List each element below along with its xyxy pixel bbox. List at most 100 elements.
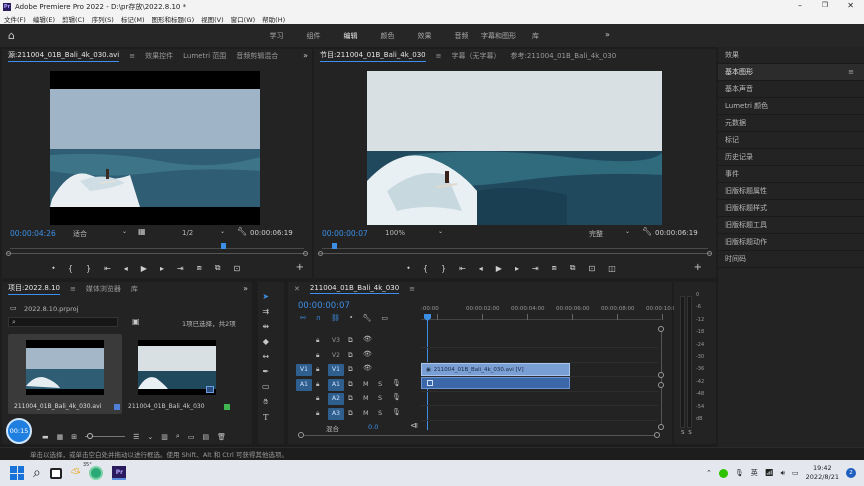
task-view-icon[interactable] [49,467,62,479]
edge-icon[interactable] [89,466,104,480]
program-timecode[interactable]: 00:00:00:07 [322,229,368,238]
close-icon[interactable]: ✕ [847,1,854,10]
lock-icon[interactable]: 🔒︎ [316,336,319,345]
play-icon[interactable]: ▶ [141,264,147,273]
workspace-tab[interactable]: 效果 [406,31,443,41]
workspace-tab[interactable]: 库 [517,31,554,41]
export-frame-icon[interactable]: ⊡ [588,264,595,273]
solo-button[interactable]: S [378,394,382,402]
resolution-dropdown-icon[interactable]: ⌄ [220,228,225,235]
more-workspaces-icon[interactable]: » [605,30,610,39]
add-marker-icon[interactable]: ⬩ [407,263,410,273]
razor-tool-icon[interactable]: ◆ [263,337,269,346]
track-select-tool-icon[interactable]: ⇉ [262,307,269,316]
right-panel-item[interactable]: 旧版标题工具 [718,217,864,234]
right-panel-item[interactable]: 效果 [718,47,864,64]
close-sequence-icon[interactable]: ✕ [294,285,300,293]
mark-out-icon[interactable]: } [441,264,446,273]
track-lane[interactable] [421,405,658,406]
right-panel-item[interactable]: 旧版标题属性 [718,183,864,200]
timeline-vertical-scrollbar[interactable] [658,326,664,430]
right-panel-item[interactable]: Lumetri 颜色 [718,98,864,115]
workspace-tab[interactable]: 颜色 [369,31,406,41]
mute-button[interactable]: M [363,409,369,417]
video-clip[interactable]: ▣ 211004_01B_Bali_4k_030.avi [V] [421,363,570,376]
step-forward-icon[interactable]: ▸ [515,264,519,273]
track-target[interactable]: A3 [328,407,344,420]
menu-item[interactable]: 序列(S) [92,14,114,24]
label-color-swatch[interactable] [114,404,120,410]
add-marker-icon[interactable]: ⬩ [52,263,55,273]
lift-icon[interactable]: ⧈ [552,263,557,273]
sync-lock-icon[interactable]: ⧉ [348,394,353,403]
lock-icon[interactable]: 🔒︎ [316,365,319,374]
mark-in-icon[interactable]: { [68,264,73,273]
program-zoom-bar[interactable] [318,251,712,256]
source-patch-a1[interactable]: A1 [296,378,312,391]
track-target[interactable]: V1 [328,364,344,376]
insert-sequence-icon[interactable]: ⚯ [300,314,306,322]
right-panel-item[interactable]: 历史记录 [718,149,864,166]
workspace-tab[interactable]: 组件 [295,31,332,41]
program-playhead[interactable] [332,243,337,249]
microphone-icon[interactable]: 🎙︎ [735,469,744,477]
zoom-slider[interactable] [85,433,126,439]
program-zoom-select[interactable]: 100% [385,229,405,237]
overwrite-icon[interactable]: ⧉ [215,263,221,273]
step-back-icon[interactable]: ◂ [479,264,483,273]
ime-indicator[interactable]: 英 [751,468,758,478]
maximize-icon[interactable]: ❐ [822,1,828,9]
voiceover-mic-icon[interactable]: 🎙︎ [392,379,401,387]
lock-icon[interactable]: 🔒︎ [316,409,319,418]
mark-out-icon[interactable]: } [86,264,91,273]
freeform-view-icon[interactable]: ⊞ [71,433,77,441]
sync-lock-icon[interactable]: ⧉ [348,380,353,389]
tab-menu-icon[interactable]: ≡ [409,285,415,293]
mute-button[interactable]: M [363,394,369,402]
panel-menu-icon[interactable]: ≡ [848,64,854,81]
timeline-horizontal-scrollbar[interactable] [298,432,660,438]
tab-audio-mixer[interactable]: 音频剪辑混合 [236,51,278,61]
right-panel-item[interactable]: 旧版标题样式 [718,200,864,217]
tab-captions[interactable]: 字幕（无字幕） [452,51,501,61]
go-to-out-icon[interactable]: ⇥ [177,264,184,273]
sync-lock-icon[interactable]: ⧉ [348,409,353,418]
tab-media-browser[interactable]: 媒体浏览器 [86,284,121,294]
eye-icon[interactable]: 👁︎ [363,350,372,358]
source-patch-v1[interactable]: V1 [296,364,312,376]
menu-item[interactable]: 文件(F) [4,14,26,24]
tab-sequence[interactable]: 211004_01B_Bali_4k_030 [309,284,400,294]
solo-button[interactable]: S [378,409,382,417]
tab-reference[interactable]: 参考:211004_01B_Bali_4k_030 [511,51,617,61]
search-icon[interactable]: ⌕ [33,465,41,481]
settings-icon[interactable]: ▦ [138,227,146,236]
type-tool-icon[interactable]: T [263,413,268,422]
tab-source[interactable]: 源:211004_01B_Bali_4k_030.avi [8,50,120,62]
selection-tool-icon[interactable]: ➤ [262,292,269,301]
snap-icon[interactable]: ∩ [316,314,321,322]
menu-item[interactable]: 剪辑(C) [62,14,85,24]
timeline-ruler[interactable]: :00:00 00:00:02:00 00:00:04:00 00:00:06:00 0… [421,306,676,320]
right-panel-item[interactable]: 基本声音 [718,81,864,98]
recording-badge[interactable]: 00:15 [6,418,32,444]
eye-icon[interactable]: 👁︎ [363,364,372,372]
new-bin-icon[interactable]: ▭ [188,433,195,441]
project-item[interactable]: 211004_01B_Bali_4k_030.avi [8,334,122,414]
track-lane[interactable] [421,347,658,348]
source-scrub-bar[interactable] [10,243,304,249]
new-item-icon[interactable]: ▤ [202,433,209,441]
sort-icon[interactable]: ☰ [133,433,139,441]
add-button-icon[interactable]: + [296,262,304,273]
eye-icon[interactable]: 👁︎ [363,335,372,343]
voiceover-mic-icon[interactable]: 🎙︎ [392,408,401,416]
right-panel-item[interactable]: 事件 [718,166,864,183]
tab-menu-icon[interactable]: ≡ [436,52,442,60]
tab-lumetri-scopes[interactable]: Lumetri 范围 [183,51,226,61]
solo-button[interactable]: S [378,380,382,388]
track-lane[interactable] [421,390,658,392]
lock-icon[interactable]: 🔒︎ [316,380,319,389]
tab-libraries[interactable]: 库 [131,284,138,294]
extract-icon[interactable]: ⧉ [570,263,576,273]
program-scrub-bar[interactable] [322,243,708,249]
program-quality-select[interactable]: 完整 [589,229,603,239]
